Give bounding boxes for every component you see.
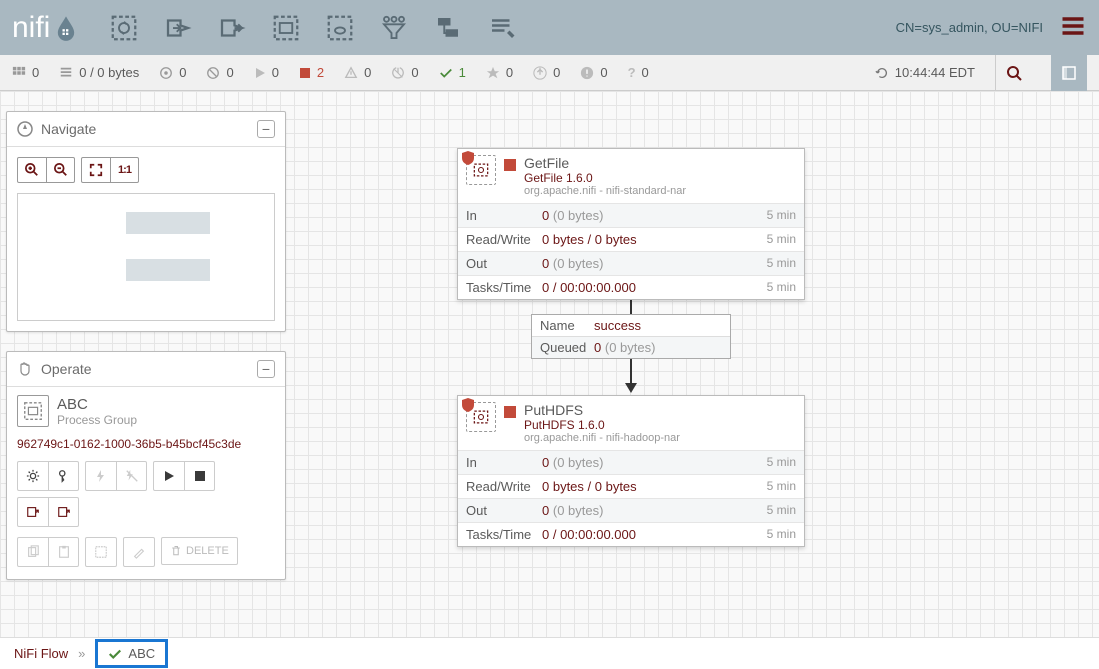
component-toolbar (108, 12, 518, 44)
status-disabled: 0 (391, 65, 418, 80)
status-transmitting: 0 (159, 65, 186, 80)
add-funnel-icon[interactable] (378, 12, 410, 44)
process-group-icon (17, 395, 49, 427)
status-running: 0 (254, 65, 279, 80)
breadcrumb-separator: » (78, 646, 85, 661)
zoom-fit-button[interactable] (82, 158, 110, 182)
upload-template-button[interactable] (48, 498, 78, 526)
flow-canvas[interactable]: Navigate − 1:1 Operate − (0, 91, 1099, 637)
operate-panel: Operate − ABC Process Group 962749c1-016… (6, 351, 286, 580)
check-icon (108, 647, 122, 661)
processor-nar: org.apache.nifi - nifi-hadoop-nar (524, 432, 796, 444)
status-locally-modified: 0 (486, 65, 513, 80)
navigate-title: Navigate (41, 121, 96, 137)
paste-button (48, 538, 78, 566)
delete-button: DELETE (161, 537, 238, 565)
shield-icon (462, 151, 474, 165)
add-remote-group-icon[interactable] (324, 12, 356, 44)
processor-name: GetFile (524, 155, 796, 171)
logo-drop-icon (52, 14, 80, 42)
operate-component-uuid: 962749c1-0162-1000-36b5-b45bcf45c3de (17, 437, 275, 451)
operate-component-name: ABC (57, 396, 137, 413)
operate-title: Operate (41, 361, 92, 377)
arrow-head-icon (625, 383, 637, 393)
operate-collapse-button[interactable]: − (257, 360, 275, 378)
search-button[interactable] (995, 55, 1031, 91)
breadcrumb-root-link[interactable]: NiFi Flow (14, 646, 68, 661)
breadcrumb-bar: NiFi Flow » ABC (0, 637, 1099, 669)
add-input-port-icon[interactable] (162, 12, 194, 44)
status-bulletin: 0 (580, 65, 607, 80)
zoom-out-button[interactable] (46, 158, 74, 182)
navigate-collapse-button[interactable]: − (257, 120, 275, 138)
add-template-icon[interactable] (432, 12, 464, 44)
enable-button (86, 462, 116, 490)
status-unknown: ?0 (628, 65, 649, 80)
status-up-to-date: 1 (439, 65, 466, 80)
stop-button[interactable] (184, 462, 214, 490)
app-header: nifi CN=sys_admin, OU=NIFI (0, 0, 1099, 55)
disable-button (116, 462, 146, 490)
processor-puthdfs[interactable]: PutHDFS PutHDFS 1.6.0 org.apache.nifi - … (457, 395, 805, 547)
status-stale: 0 (533, 65, 560, 80)
connection-box[interactable]: Namesuccess Queued0 (0 bytes) (531, 314, 731, 359)
copy-button (18, 538, 48, 566)
add-output-port-icon[interactable] (216, 12, 248, 44)
status-stopped: 2 (299, 65, 324, 80)
stopped-state-icon (504, 406, 516, 418)
zoom-in-button[interactable] (18, 158, 46, 182)
configure-button[interactable] (18, 462, 48, 490)
processor-getfile[interactable]: GetFile GetFile 1.6.0 org.apache.nifi - … (457, 148, 805, 300)
status-not-transmitting: 0 (206, 65, 233, 80)
operate-component-type: Process Group (57, 413, 137, 427)
policies-button[interactable] (48, 462, 78, 490)
status-invalid: 0 (344, 65, 371, 80)
color-button (124, 538, 154, 566)
navigate-panel: Navigate − 1:1 (6, 111, 286, 332)
group-button (86, 538, 116, 566)
processor-nar: org.apache.nifi - nifi-standard-nar (524, 185, 796, 197)
processor-version: PutHDFS 1.6.0 (524, 418, 796, 432)
status-bar: 0 0 / 0 bytes 0 0 0 2 0 0 1 0 0 0 ?0 10:… (0, 55, 1099, 91)
add-process-group-icon[interactable] (270, 12, 302, 44)
birdseye-viewport[interactable] (17, 193, 275, 321)
bulletin-board-button[interactable] (1051, 55, 1087, 91)
status-refresh-time: 10:44:44 EDT (875, 65, 975, 80)
hand-icon (17, 361, 33, 377)
zoom-actual-button[interactable]: 1:1 (110, 158, 138, 182)
status-threads: 0 (12, 65, 39, 80)
create-template-button[interactable] (18, 498, 48, 526)
processor-name: PutHDFS (524, 402, 796, 418)
status-queue: 0 / 0 bytes (59, 65, 139, 80)
global-menu-button[interactable] (1059, 12, 1087, 43)
add-label-icon[interactable] (486, 12, 518, 44)
nifi-logo: nifi (12, 11, 80, 45)
breadcrumb-current[interactable]: ABC (95, 639, 168, 668)
processor-icon (466, 402, 496, 432)
trash-icon (170, 545, 182, 557)
stopped-state-icon (504, 159, 516, 171)
start-button[interactable] (154, 462, 184, 490)
processor-version: GetFile 1.6.0 (524, 171, 796, 185)
shield-icon (462, 398, 474, 412)
current-user: CN=sys_admin, OU=NIFI (896, 20, 1043, 35)
processor-icon (466, 155, 496, 185)
add-processor-icon[interactable] (108, 12, 140, 44)
connection-line-2 (630, 357, 632, 383)
compass-icon (17, 121, 33, 137)
